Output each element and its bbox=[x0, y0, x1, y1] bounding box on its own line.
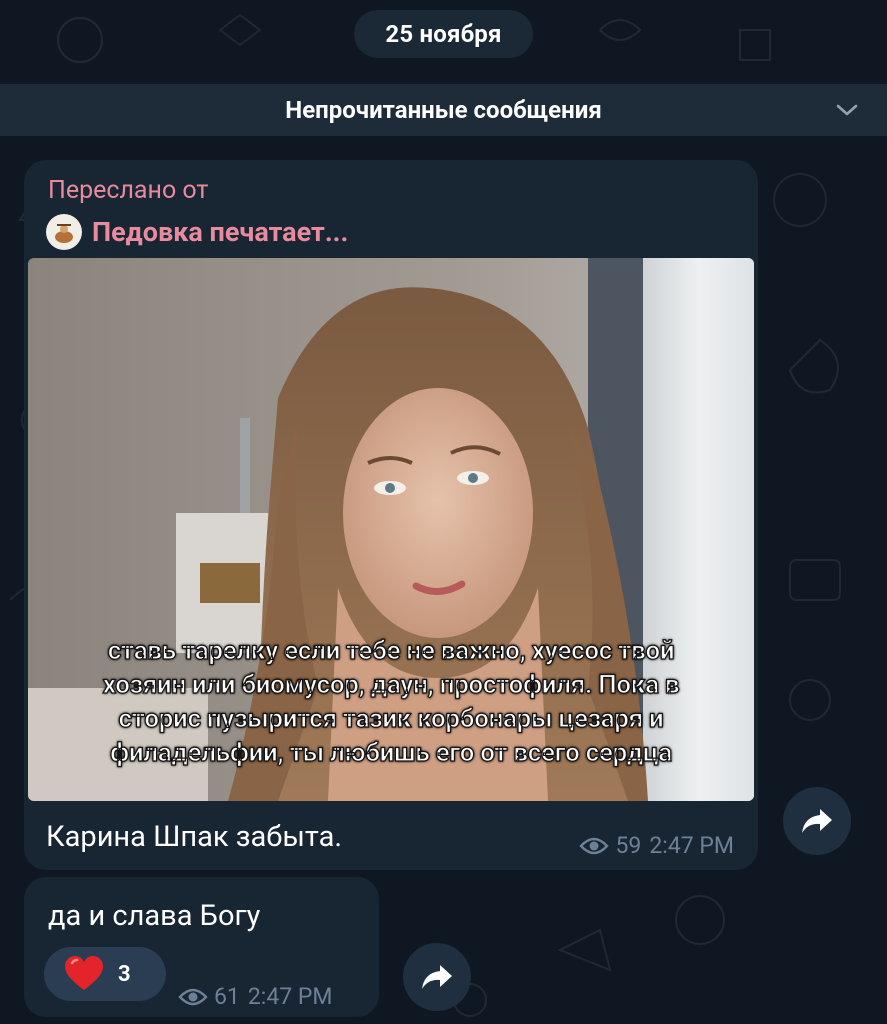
chevron-down-icon[interactable] bbox=[835, 100, 859, 120]
message-time: 2:47 PM bbox=[649, 832, 734, 859]
eye-icon bbox=[178, 988, 208, 1005]
view-counter: 61 bbox=[178, 983, 240, 1010]
photo-caption-overlay: ставь тарелку если тебе не важно, хуесос… bbox=[28, 634, 754, 770]
message-meta: 59 2:47 PM bbox=[579, 832, 734, 859]
forwarded-source[interactable]: Педовка печатает... bbox=[46, 214, 348, 250]
message-meta: 61 2:47 PM bbox=[178, 983, 333, 1010]
photo-caption-line: сторис пузырится тазик корбонары цезаря … bbox=[118, 703, 664, 734]
view-counter: 59 bbox=[579, 832, 641, 859]
forwarded-channel-name[interactable]: Педовка печатает... bbox=[92, 216, 348, 248]
share-arrow-icon bbox=[802, 809, 832, 833]
unread-messages-divider[interactable]: Непрочитанные сообщения bbox=[0, 84, 887, 136]
view-count: 61 bbox=[214, 983, 240, 1010]
photo-caption-line: хозяин или биомусор, даун, простофиля. П… bbox=[102, 669, 680, 700]
chat-screen: 25 ноября Непрочитанные сообщения Пересл… bbox=[0, 0, 887, 1024]
forwarded-message-bubble[interactable]: Переслано от Педовка печатает... ставь т… bbox=[24, 160, 758, 870]
reaction-count: 3 bbox=[118, 961, 131, 987]
date-divider: 25 ноября bbox=[354, 10, 533, 58]
eye-icon bbox=[579, 837, 610, 854]
message-text: Карина Шпак забыта. bbox=[46, 820, 342, 854]
share-button[interactable] bbox=[783, 787, 851, 855]
share-button[interactable] bbox=[403, 943, 471, 1011]
forwarded-label: Переслано от bbox=[48, 176, 209, 205]
heart-icon bbox=[65, 956, 103, 990]
heart-reaction[interactable]: 3 bbox=[44, 947, 166, 1001]
photo-caption-line: филадельфии, ты любишь его от всего серд… bbox=[110, 737, 673, 768]
channel-avatar[interactable] bbox=[46, 214, 82, 250]
view-count: 59 bbox=[615, 832, 642, 859]
unread-divider-label: Непрочитанные сообщения bbox=[285, 96, 602, 124]
message-photo[interactable]: ставь тарелку если тебе не важно, хуесос… bbox=[28, 258, 754, 801]
message-text: да и слава Богу bbox=[48, 899, 261, 933]
share-arrow-icon bbox=[422, 965, 452, 989]
photo-caption-line: ставь тарелку если тебе не важно, хуесос… bbox=[107, 635, 675, 666]
reply-message-bubble[interactable]: да и слава Богу 3 61 2:47 PM bbox=[24, 877, 379, 1017]
message-time: 2:47 PM bbox=[247, 983, 333, 1010]
channel-avatar-image bbox=[55, 224, 73, 243]
